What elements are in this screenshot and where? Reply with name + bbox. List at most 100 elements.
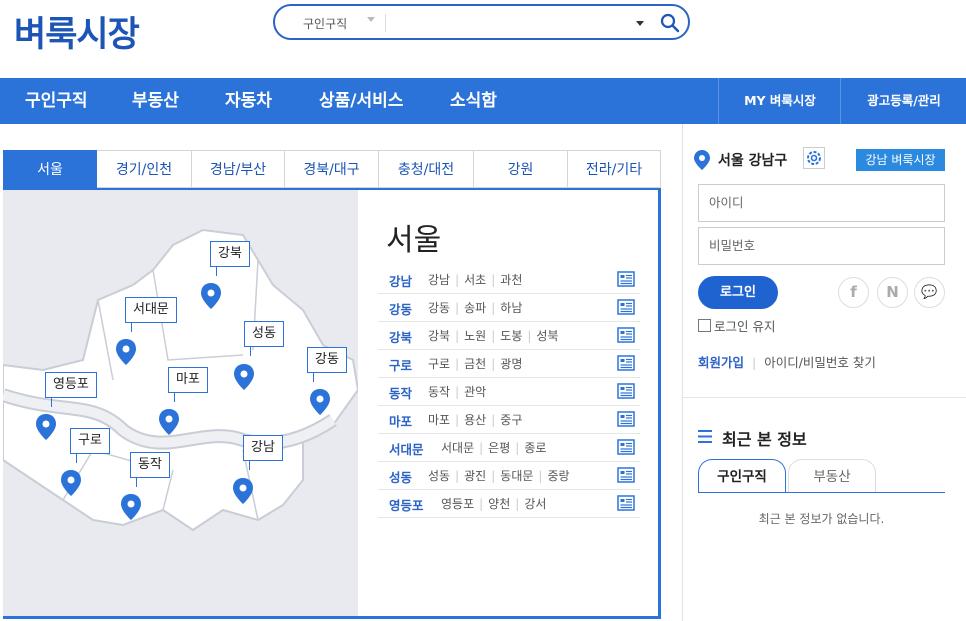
district-sub-link[interactable]: 도봉 [500,329,522,343]
district-sub-link[interactable]: 동대문 [500,469,533,483]
district-sub-link[interactable]: 성북 [536,329,558,343]
nav-my-market[interactable]: MY 벼룩시장 [718,78,841,124]
district-sub-link[interactable]: 관악 [464,385,486,399]
district-sub-link[interactable]: 동작 [428,385,450,399]
newspaper-icon[interactable] [617,411,635,427]
district-row: 강동 강동 | 송파 | 하남 [378,293,640,322]
tab-gangwon[interactable]: 강원 [474,150,568,188]
district-sub-link[interactable]: 하남 [500,301,522,315]
nav-item-news[interactable]: 소식함 [450,78,497,124]
nav-item-goods[interactable]: 상품/서비스 [319,78,403,124]
keep-login[interactable]: 로그인 유지 [698,316,775,335]
district-main-link[interactable]: 성동 [389,467,412,486]
district-main-link[interactable]: 구로 [389,355,412,374]
district-main-link[interactable]: 서대문 [389,439,424,458]
chevron-down-icon[interactable] [367,17,375,22]
login-button[interactable]: 로그인 [698,276,778,309]
district-sub-link[interactable]: 구로 [428,357,450,371]
seoul-map [3,190,358,616]
district-sub-link[interactable]: 양천 [488,497,510,511]
tab-gyeongnam[interactable]: 경남/부산 [192,150,285,188]
newspaper-icon[interactable] [617,467,635,483]
map-label-yeongdeungpo[interactable]: 영등포 [45,372,97,407]
search-icon[interactable] [660,13,680,33]
map-label-dongjak[interactable]: 동작 [130,452,170,487]
nav-ad-register[interactable]: 광고등록/관리 [840,78,966,124]
password-field[interactable]: 비밀번호 [698,227,945,265]
district-main-link[interactable]: 강남 [389,271,412,290]
nav-item-cars[interactable]: 자동차 [225,78,272,124]
district-sub-link[interactable]: 강북 [428,329,450,343]
district-main-link[interactable]: 동작 [389,383,412,402]
district-sub-link[interactable]: 영등포 [441,497,474,511]
dropdown-arrow-icon[interactable] [636,21,644,26]
district-sub-link[interactable]: 중구 [500,413,522,427]
district-main-link[interactable]: 영등포 [389,495,424,514]
tab-seoul[interactable]: 서울 [3,150,97,188]
map-pin-icon[interactable] [121,494,141,520]
district-sub-link[interactable]: 광진 [464,469,486,483]
district-sub-link[interactable]: 강남 [428,273,450,287]
tab-gyeongbuk[interactable]: 경북/대구 [285,150,379,188]
district-sub-link[interactable]: 과천 [500,273,522,287]
search-input[interactable] [391,12,635,36]
district-main-link[interactable]: 강북 [389,327,412,346]
map-pin-icon[interactable] [159,409,179,435]
newspaper-icon[interactable] [617,439,635,455]
newspaper-icon[interactable] [617,299,635,315]
map-pin-icon[interactable] [234,364,254,390]
district-sub-link[interactable]: 마포 [428,413,450,427]
district-sub-link[interactable]: 서대문 [441,441,474,455]
district-sub-link[interactable]: 은평 [488,441,510,455]
newspaper-icon[interactable] [617,271,635,287]
id-field[interactable]: 아이디 [698,184,945,222]
map-label-gangbuk[interactable]: 강북 [210,241,250,276]
district-sub-link[interactable]: 중랑 [547,469,569,483]
district-sub-link[interactable]: 용산 [464,413,486,427]
nav-item-jobs[interactable]: 구인구직 [25,78,88,124]
map-pin-icon[interactable] [116,339,136,365]
map-label-seodaemun[interactable]: 서대문 [125,297,177,332]
map-pin-icon[interactable] [233,478,253,504]
tab-chungcheong[interactable]: 충청/대전 [379,150,474,188]
map-pin-icon[interactable] [310,389,330,415]
map-label-mapo[interactable]: 마포 [168,367,208,402]
district-sub-link[interactable]: 광명 [500,357,522,371]
site-logo[interactable]: 벼룩시장 [14,6,140,57]
newspaper-icon[interactable] [617,355,635,371]
district-sub-link[interactable]: 송파 [464,301,486,315]
district-sub-link[interactable]: 종로 [524,441,546,455]
map-label-guro[interactable]: 구로 [70,428,110,463]
local-market-button[interactable]: 강남 벼룩시장 [856,149,945,171]
district-sub-link[interactable]: 강서 [524,497,546,511]
map-label-gangnam[interactable]: 강남 [243,435,283,470]
keep-login-checkbox[interactable] [698,319,711,332]
map-pin-icon[interactable] [36,414,56,440]
newspaper-icon[interactable] [617,327,635,343]
recent-tab-jobs[interactable]: 구인구직 [698,459,786,493]
facebook-login-icon[interactable]: f [838,277,869,308]
map-pin-icon[interactable] [61,470,81,496]
map-label-gangdong[interactable]: 강동 [307,347,347,382]
tab-jeolla[interactable]: 전라/기타 [568,150,661,188]
kakao-login-icon[interactable]: 💬 [914,277,945,308]
map-pin-icon[interactable] [201,283,221,309]
signup-link[interactable]: 회원가입 [698,355,744,370]
district-main-link[interactable]: 마포 [389,411,412,430]
newspaper-icon[interactable] [617,495,635,511]
nav-item-realestate[interactable]: 부동산 [132,78,179,124]
district-sub-link[interactable]: 성동 [428,469,450,483]
newspaper-icon[interactable] [617,383,635,399]
recent-tab-realestate[interactable]: 부동산 [788,459,876,493]
district-sub-link[interactable]: 금천 [464,357,486,371]
district-sub-link[interactable]: 노원 [464,329,486,343]
search-category-select[interactable]: 구인구직 [303,15,347,32]
district-main-link[interactable]: 강동 [389,299,412,318]
map-label-seongdong[interactable]: 성동 [244,321,284,356]
find-account-link[interactable]: 아이디/비밀번호 찾기 [764,355,876,370]
district-sub-link[interactable]: 강동 [428,301,450,315]
district-sub-link[interactable]: 서초 [464,273,486,287]
location-settings-button[interactable] [803,147,825,169]
naver-login-icon[interactable]: N [877,277,908,308]
tab-gyeonggi[interactable]: 경기/인천 [97,150,192,188]
